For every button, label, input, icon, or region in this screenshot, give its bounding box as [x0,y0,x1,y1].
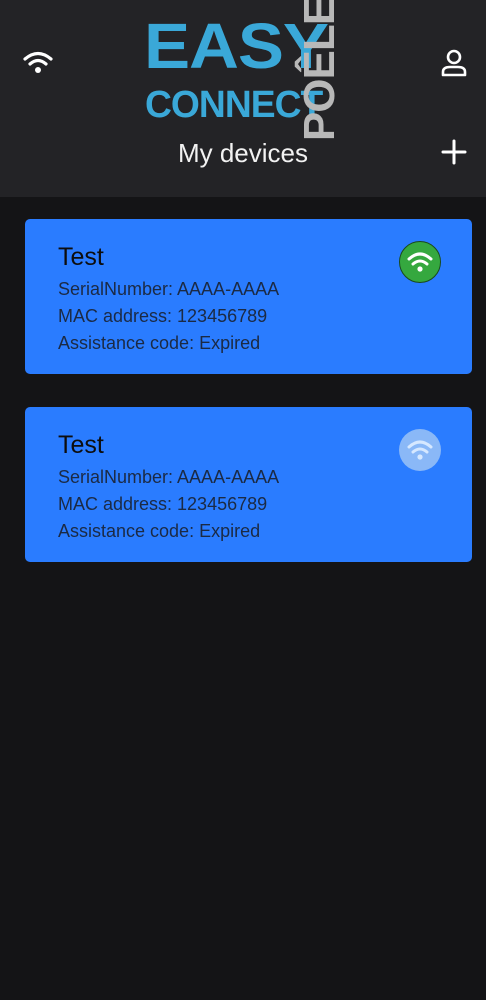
user-icon[interactable] [438,48,470,78]
wifi-icon[interactable] [22,50,54,76]
device-assistance: Assistance code: Expired [58,333,261,353]
device-assistance: Assistance code: Expired [58,521,261,541]
device-name: Test [58,243,104,271]
page-title: My devices [177,138,309,168]
device-mac: MAC address: 123456789 [58,306,268,326]
logo-vertical-text: POÊLE [295,0,344,142]
device-serial: SerialNumber: AAAA-AAAA [58,279,280,299]
app-header: EASY CONNECT POÊLE My devices [0,0,486,197]
logo-vertical: POÊLE [295,0,344,141]
app-logo: EASY CONNECT POÊLE [144,0,344,141]
device-name: Test [58,431,104,459]
device-serial: SerialNumber: AAAA-AAAA [58,467,280,487]
wifi-offline-icon [399,429,441,471]
device-card[interactable]: Test SerialNumber: AAAA-AAAA MAC address… [25,407,472,562]
plus-icon[interactable] [440,138,468,166]
device-card[interactable]: Test SerialNumber: AAAA-AAAA MAC address… [25,219,472,374]
wifi-online-icon [399,241,441,283]
device-mac: MAC address: 123456789 [58,494,268,514]
